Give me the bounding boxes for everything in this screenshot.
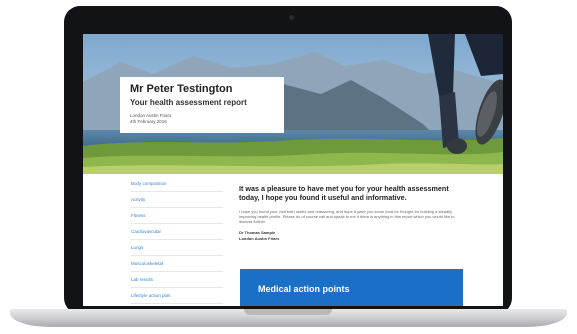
- sidebar-item-fitness[interactable]: Fitness: [131, 208, 223, 224]
- sidebar-item-activity[interactable]: Activity: [131, 192, 223, 208]
- main-content: It was a pleasure to have met you for yo…: [239, 184, 469, 242]
- action-points-title: Medical action points: [258, 284, 350, 294]
- intro-paragraph: I hope you found your visit both useful …: [239, 209, 455, 224]
- sidebar-item-cardiovascular[interactable]: Cardiovascular: [131, 224, 223, 240]
- report-date: 4th February 2016: [130, 119, 167, 124]
- laptop-screen: Mr Peter Testington Your health assessme…: [83, 34, 503, 306]
- sidebar-item-lab-results[interactable]: Lab results: [131, 272, 223, 288]
- laptop-notch: [244, 309, 332, 315]
- hero-banner: Mr Peter Testington Your health assessme…: [83, 34, 503, 174]
- sidebar-item-musculoskeletal[interactable]: Musculoskeletal: [131, 256, 223, 272]
- section-nav: Body composition Activity Fitness Cardio…: [131, 176, 223, 304]
- sidebar-item-lungs[interactable]: Lungs: [131, 240, 223, 256]
- report-subtitle: Your health assessment report: [130, 98, 247, 107]
- report-title-card: Mr Peter Testington Your health assessme…: [120, 77, 284, 133]
- doctor-location: London Austin Friars: [239, 236, 280, 241]
- intro-heading: It was a pleasure to have met you for yo…: [239, 184, 449, 202]
- medical-action-points-panel[interactable]: Medical action points: [240, 269, 463, 306]
- patient-name: Mr Peter Testington: [130, 83, 233, 95]
- sidebar-item-lifestyle-action-plan[interactable]: Lifestyle action plan: [131, 288, 223, 304]
- sidebar-item-body-composition[interactable]: Body composition: [131, 176, 223, 192]
- webcam-icon: [289, 15, 294, 20]
